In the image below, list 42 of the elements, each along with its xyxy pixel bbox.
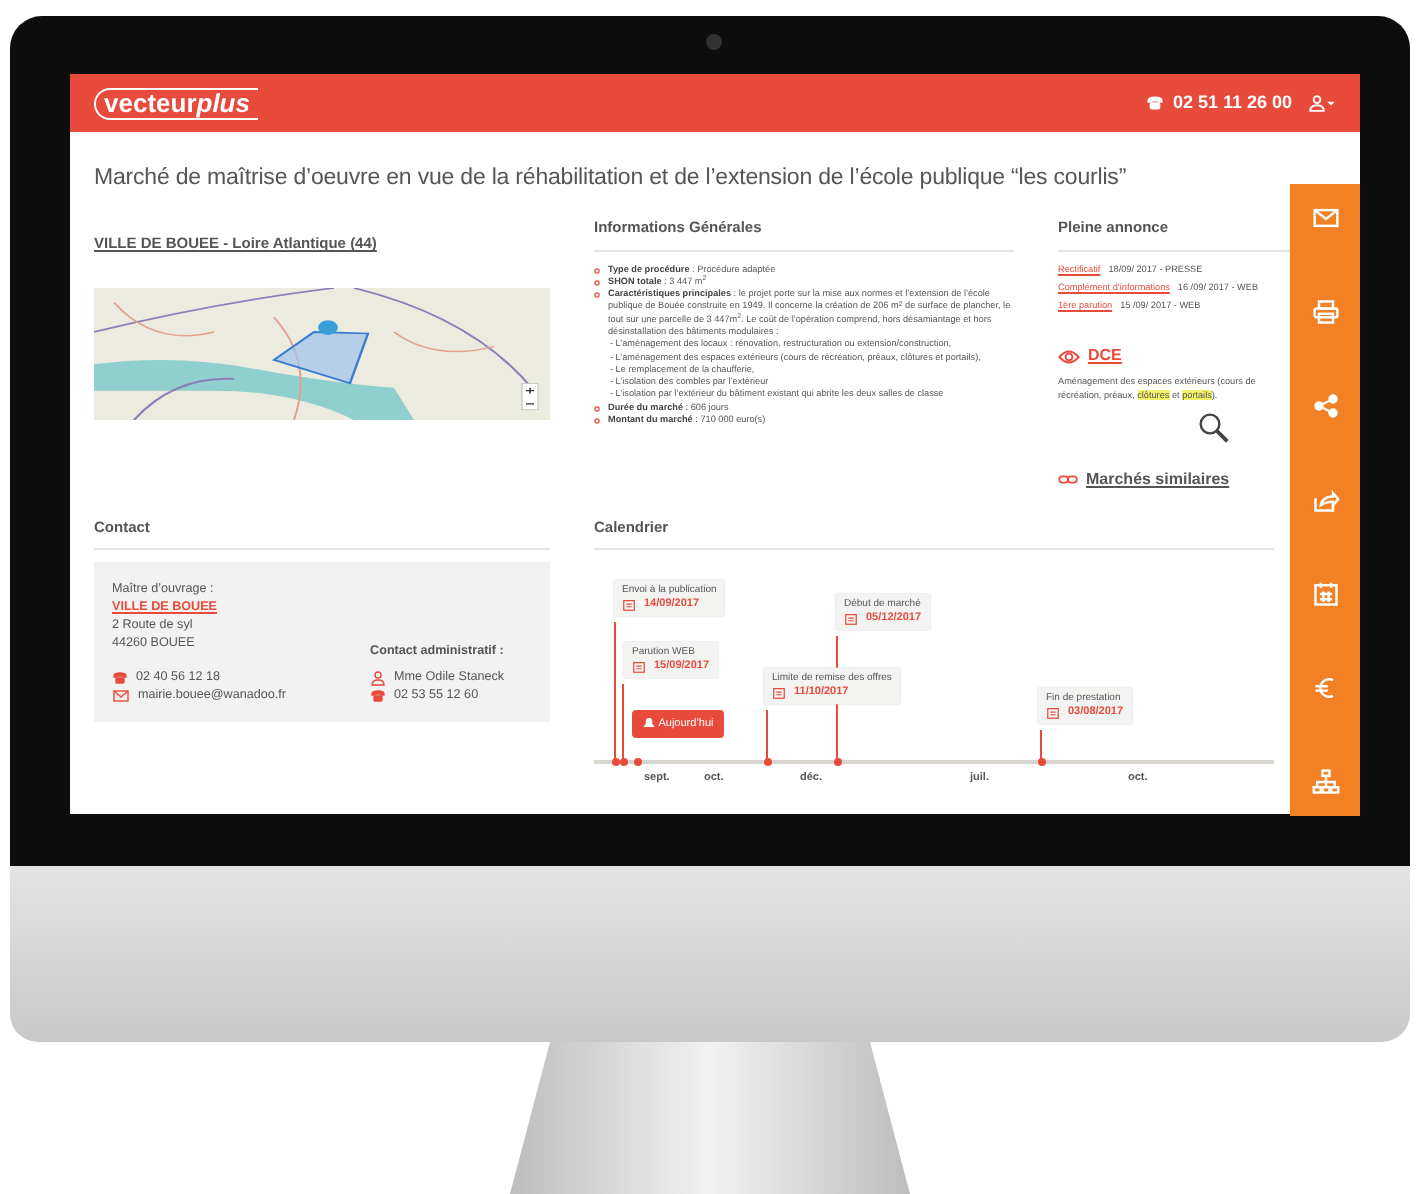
share-icon[interactable] <box>1311 392 1339 420</box>
bullet-icon <box>594 292 600 299</box>
bullet-icon <box>594 418 600 425</box>
mail-icon <box>112 687 130 704</box>
phone-icon <box>1146 94 1165 112</box>
mail-icon[interactable] <box>1311 204 1339 232</box>
page-title: Marché de maîtrise d’oeuvre en vue de la réhabilitation et de l’extension de l’école publique “les courlis” <box>94 164 1129 194</box>
magnifier-icon <box>1198 411 1230 444</box>
bell-icon <box>642 716 656 731</box>
phone-icon <box>112 669 128 686</box>
calendar-icon[interactable] <box>1311 580 1339 608</box>
printer-icon[interactable] <box>1311 298 1339 326</box>
timeline-dot <box>1037 758 1045 767</box>
bullet-icon <box>594 267 600 273</box>
user-icon <box>1308 94 1326 112</box>
leader-line <box>622 684 624 761</box>
euro-icon[interactable] <box>1311 674 1339 702</box>
eye-icon <box>1058 345 1080 368</box>
caret-icon <box>1326 98 1336 108</box>
sitemap-icon[interactable] <box>1311 768 1339 796</box>
header-phone[interactable]: 02 51 11 26 00 <box>1172 89 1292 117</box>
user-menu[interactable] <box>1308 94 1336 112</box>
bullet-icon <box>594 279 600 286</box>
leader-line <box>836 636 838 761</box>
dce-link[interactable]: DCE <box>1088 344 1122 369</box>
calendar-icon <box>632 660 646 675</box>
leader-line <box>1040 730 1042 761</box>
timeline-dot <box>763 758 771 767</box>
user-icon <box>370 669 387 686</box>
calendar-icon <box>844 612 858 627</box>
calendar-icon <box>1046 706 1060 721</box>
similar-link[interactable]: Marchés similaires <box>1086 467 1230 492</box>
phone-icon <box>370 687 387 704</box>
leader-line <box>766 710 768 761</box>
leader-line <box>614 622 616 761</box>
calendar-icon <box>772 686 786 701</box>
logo: vecteurplus <box>94 87 258 119</box>
calendar-icon <box>622 598 636 613</box>
bullet-icon <box>594 405 600 412</box>
timeline-dot <box>633 758 641 767</box>
export-icon[interactable] <box>1311 486 1339 514</box>
timeline-dot <box>833 758 841 767</box>
